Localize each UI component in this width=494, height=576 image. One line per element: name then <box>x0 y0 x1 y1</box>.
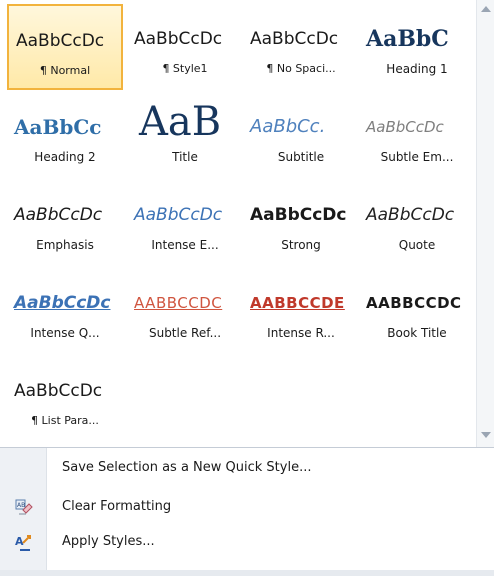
style-preview: AABBCCDC <box>366 294 462 312</box>
style-name: Intense Q... <box>30 326 100 340</box>
style-preview: AaBbCcDc <box>250 205 347 225</box>
clear-formatting-label: Clear Formatting <box>62 499 172 514</box>
style-preview: AaBbCcDc <box>366 205 455 225</box>
style-name: Subtitle <box>277 150 325 164</box>
style-name: Subtle Ref... <box>148 326 222 340</box>
apply-styles-label: Apply Styles... <box>62 534 155 549</box>
style-subtitle[interactable]: AaBbCc. Subtitle <box>243 92 359 178</box>
apply-styles-menu-item[interactable]: A Apply Styles... <box>0 528 494 558</box>
style-preview: AaBbCcDc <box>14 293 111 313</box>
style-preview: AaBbCcDc <box>14 381 103 401</box>
style-preview: AaBbCc <box>14 115 102 139</box>
style-preview: AaB <box>139 100 222 138</box>
scroll-up-icon[interactable] <box>481 6 491 12</box>
style-name: Subtle Em... <box>380 150 454 164</box>
style-name: ¶ List Para... <box>31 414 99 427</box>
style-title[interactable]: AaB Title <box>127 92 243 178</box>
style-strong[interactable]: AaBbCcDc Strong <box>243 180 359 266</box>
style-preview: AaBbCc. <box>250 116 326 137</box>
style-preview: AaBbCcDc <box>366 118 444 136</box>
style-quote[interactable]: AaBbCcDc Quote <box>359 180 475 266</box>
style-name: ¶ Normal <box>39 64 91 77</box>
style-intense-emphasis[interactable]: AaBbCcDc Intense E... <box>127 180 243 266</box>
apply-styles-icon: A <box>14 533 34 553</box>
style-name: Heading 2 <box>34 150 96 164</box>
style-heading-1[interactable]: AaBbC Heading 1 <box>359 4 475 90</box>
scroll-down-icon[interactable] <box>481 432 491 438</box>
style-name: Title <box>172 150 198 164</box>
styles-menu: Save Selection as a New Quick Style... A… <box>0 448 494 576</box>
style-preview: AaBbCcDc <box>250 29 339 49</box>
gallery-scrollbar[interactable] <box>476 0 494 447</box>
style-preview: AABBCCDE <box>250 294 345 312</box>
menu-bottom-edge <box>0 570 494 576</box>
style-heading-2[interactable]: AaBbCc Heading 2 <box>7 92 123 178</box>
style-name: Intense R... <box>267 326 335 340</box>
style-preview: AaBbCcDc <box>16 31 105 51</box>
style-subtle-reference[interactable]: AABBCCDC Subtle Ref... <box>127 268 243 354</box>
style-name: Book Title <box>387 326 447 340</box>
clear-formatting-menu-item[interactable]: AB Clear Formatting <box>0 493 494 523</box>
style-emphasis[interactable]: AaBbCcDc Emphasis <box>7 180 123 266</box>
save-selection-menu-item[interactable]: Save Selection as a New Quick Style... <box>0 454 494 484</box>
style-preview: AaBbC <box>366 26 449 52</box>
style-list-paragraph[interactable]: AaBbCcDc ¶ List Para... <box>7 356 123 442</box>
style-name: Strong <box>281 238 321 252</box>
style-subtle-emphasis[interactable]: AaBbCcDc Subtle Em... <box>359 92 475 178</box>
style-name: Intense E... <box>151 238 219 252</box>
style-name: Quote <box>398 238 436 252</box>
style-preview: AaBbCcDc <box>14 205 103 225</box>
svg-text:AB: AB <box>17 502 25 509</box>
style-intense-quote[interactable]: AaBbCcDc Intense Q... <box>7 268 123 354</box>
style-name: Heading 1 <box>386 62 448 76</box>
style-preview: AaBbCcDc <box>134 205 223 225</box>
style-style1[interactable]: AaBbCcDc ¶ Style1 <box>127 4 243 90</box>
svg-text:A: A <box>15 535 24 548</box>
style-intense-reference[interactable]: AABBCCDE Intense R... <box>243 268 359 354</box>
style-name: ¶ Style1 <box>162 62 208 75</box>
quick-styles-gallery: AaBbCcDc ¶ Normal AaBbCcDc ¶ Style1 AaBb… <box>0 0 476 447</box>
style-name: Emphasis <box>36 238 94 252</box>
eraser-icon: AB <box>14 498 34 518</box>
style-normal[interactable]: AaBbCcDc ¶ Normal <box>7 4 123 90</box>
style-preview: AaBbCcDc <box>134 29 223 49</box>
style-preview: AABBCCDC <box>134 294 223 312</box>
save-selection-label: Save Selection as a New Quick Style... <box>62 460 312 475</box>
style-name: ¶ No Spaci... <box>266 62 336 75</box>
style-book-title[interactable]: AABBCCDC Book Title <box>359 268 475 354</box>
style-no-spacing[interactable]: AaBbCcDc ¶ No Spaci... <box>243 4 359 90</box>
